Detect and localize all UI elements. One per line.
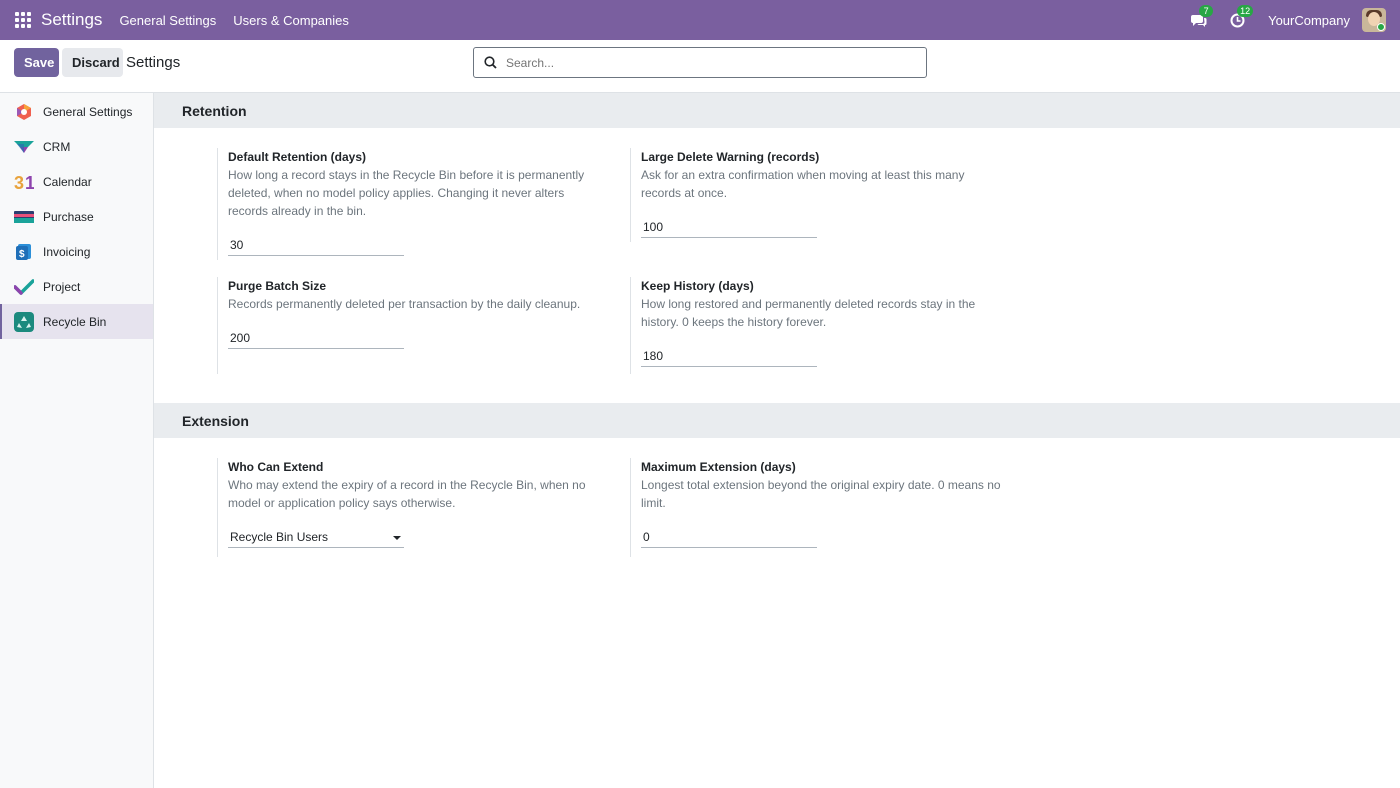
select-value: Recycle Bin Users [230,530,329,544]
setting-label: Keep History (days) [641,279,754,293]
section-header-retention: Retention [154,93,1400,128]
retention-settings: Default Retention (days) How long a reco… [154,128,1400,403]
sidebar-item-label: Project [43,279,81,294]
control-panel: Save Discard Settings [0,40,1400,93]
menu-general-settings[interactable]: General Settings [119,13,216,28]
setting-help: Records permanently deleted per transact… [228,297,581,311]
purge-batch-size-input[interactable]: 200 [228,329,404,349]
sidebar-item-general-settings[interactable]: General Settings [0,94,153,129]
setting-keep-history: Keep History (days) How long restored an… [630,277,1001,374]
search-bar[interactable] [473,47,927,78]
sidebar-item-label: CRM [43,139,71,154]
setting-maximum-extension: Maximum Extension (days) Longest total e… [630,458,1001,557]
svg-text:$: $ [19,249,25,260]
sidebar-item-label: General Settings [43,104,133,119]
activities-button[interactable]: 12 [1226,5,1254,31]
settings-main: Retention Default Retention (days) How l… [154,93,1400,788]
setting-help: How long restored and permanently delete… [641,297,976,329]
setting-help: Ask for an extra confirmation when movin… [641,168,965,200]
default-retention-input[interactable]: 30 [228,236,404,256]
sidebar-item-label: Calendar [43,174,92,189]
recycle-bin-app-icon [14,311,34,332]
setting-label: Maximum Extension (days) [641,460,796,474]
sidebar-item-label: Purchase [43,209,94,224]
setting-label: Who Can Extend [228,460,324,474]
svg-text:1: 1 [25,173,34,191]
messages-badge: 7 [1199,5,1214,17]
top-navbar: Settings General Settings Users & Compan… [0,0,1400,40]
save-button[interactable]: Save [14,48,59,77]
user-avatar[interactable] [1362,8,1386,32]
settings-app-icon [14,102,34,122]
sidebar-item-calendar[interactable]: 3 1 Calendar [0,164,153,199]
app-grid-icon[interactable] [15,12,31,28]
project-app-icon [14,277,34,297]
setting-purge-batch-size: Purge Batch Size Records permanently del… [217,277,588,374]
section-header-extension: Extension [154,403,1400,438]
setting-label: Large Delete Warning (records) [641,150,820,164]
sidebar-item-project[interactable]: Project [0,269,153,304]
caret-down-icon [393,536,401,540]
purchase-app-icon [14,207,34,227]
setting-help: Longest total extension beyond the origi… [641,478,1001,510]
sidebar-item-crm[interactable]: CRM [0,129,153,164]
search-input[interactable] [506,55,886,70]
crm-app-icon [14,137,34,157]
who-can-extend-select[interactable]: Recycle Bin Users [228,528,404,548]
setting-who-can-extend: Who Can Extend Who may extend the expiry… [217,458,588,557]
sidebar-item-purchase[interactable]: Purchase [0,199,153,234]
messages-button[interactable]: 7 [1188,5,1214,31]
keep-history-input[interactable]: 180 [641,347,817,367]
setting-label: Purge Batch Size [228,279,327,293]
company-switcher[interactable]: YourCompany [1268,13,1350,28]
menu-users-companies[interactable]: Users & Companies [233,13,349,28]
setting-default-retention: Default Retention (days) How long a reco… [217,148,588,260]
setting-help: How long a record stays in the Recycle B… [228,168,585,218]
app-title[interactable]: Settings [41,10,102,30]
invoicing-app-icon: $ [14,242,34,262]
discard-button[interactable]: Discard [62,48,123,77]
settings-sidebar: General Settings CRM 3 1 Calendar Purcha… [0,93,154,788]
page-title: Settings [126,54,181,71]
setting-large-delete-warning: Large Delete Warning (records) Ask for a… [630,148,1001,242]
maximum-extension-input[interactable]: 0 [641,528,817,548]
sidebar-item-invoicing[interactable]: $ Invoicing [0,234,153,269]
setting-label: Default Retention (days) [228,150,367,164]
calendar-app-icon: 3 1 [14,172,34,192]
extension-settings: Who Can Extend Who may extend the expiry… [154,438,1400,588]
setting-help: Who may extend the expiry of a record in… [228,478,586,510]
sidebar-item-label: Invoicing [43,244,91,259]
svg-text:3: 3 [14,173,24,191]
sidebar-item-label: Recycle Bin [43,314,107,329]
activities-badge: 12 [1237,5,1254,17]
sidebar-item-recycle-bin[interactable]: Recycle Bin [0,304,153,339]
large-delete-warning-input[interactable]: 100 [641,218,817,238]
search-icon [484,56,497,69]
